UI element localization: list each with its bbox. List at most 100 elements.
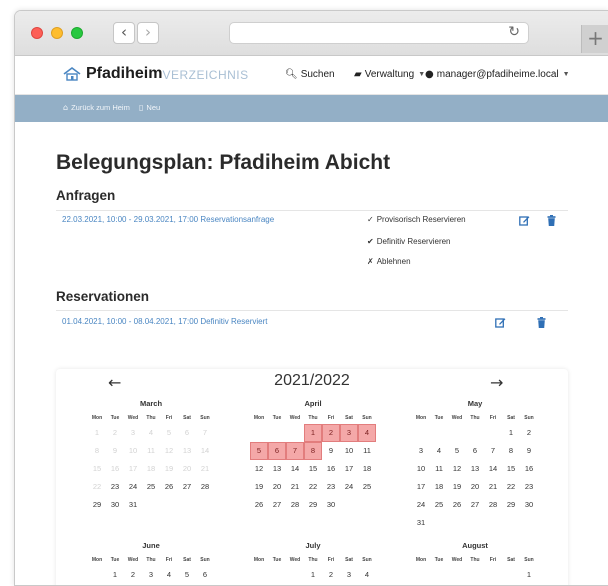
nav-user-dropdown[interactable]: ● manager@pfadiheime.local ▼ [425,69,570,80]
calendar-day[interactable]: 5 [160,424,178,442]
calendar-day[interactable]: 1 [502,424,520,442]
reject-option[interactable]: ✗ Ablehnen [367,257,411,266]
calendar-day[interactable]: 2 [106,424,124,442]
calendar-day[interactable]: 24 [340,478,358,496]
calendar-day[interactable]: 6 [196,566,214,584]
next-year-button[interactable]: → [490,373,503,392]
calendar-day[interactable]: 3 [412,442,430,460]
address-bar[interactable]: ↻ [229,22,529,44]
calendar-day[interactable]: 4 [358,566,376,584]
edit-icon[interactable] [519,215,530,226]
calendar-day[interactable]: 12 [160,442,178,460]
calendar-day[interactable]: 21 [196,460,214,478]
calendar-day[interactable]: 4 [160,566,178,584]
booked-day[interactable]: 7 [286,442,304,460]
calendar-day[interactable]: 19 [448,478,466,496]
calendar-day[interactable]: 28 [484,496,502,514]
calendar-day[interactable]: 30 [106,496,124,514]
calendar-day[interactable]: 29 [88,496,106,514]
calendar-day[interactable]: 12 [448,460,466,478]
new-tab-button[interactable]: + [581,25,608,53]
minimize-window-button[interactable] [51,27,63,39]
calendar-day[interactable]: 3 [124,424,142,442]
calendar-day[interactable]: 9 [520,442,538,460]
calendar-day[interactable]: 10 [124,442,142,460]
calendar-day[interactable]: 1 [88,424,106,442]
calendar-day[interactable]: 17 [412,478,430,496]
calendar-day[interactable]: 1 [304,566,322,584]
calendar-day[interactable]: 14 [484,460,502,478]
calendar-day[interactable]: 4 [142,424,160,442]
calendar-day[interactable]: 16 [520,460,538,478]
calendar-day[interactable]: 1 [520,566,538,584]
calendar-day[interactable]: 23 [520,478,538,496]
calendar-day[interactable]: 21 [484,478,502,496]
definitive-reserve-option[interactable]: ✔ Definitiv Reservieren [367,237,451,246]
calendar-day[interactable]: 11 [358,442,376,460]
calendar-day[interactable]: 30 [322,496,340,514]
calendar-day[interactable]: 15 [88,460,106,478]
calendar-day[interactable]: 30 [520,496,538,514]
anfrage-link[interactable]: 22.03.2021, 10:00 - 29.03.2021, 17:00 Re… [62,215,274,224]
calendar-day[interactable]: 14 [286,460,304,478]
calendar-day[interactable]: 17 [340,460,358,478]
calendar-day[interactable]: 22 [88,478,106,496]
calendar-day[interactable]: 9 [106,442,124,460]
calendar-day[interactable]: 27 [466,496,484,514]
calendar-day[interactable]: 12 [250,460,268,478]
calendar-day[interactable]: 31 [412,514,430,532]
forward-button[interactable]: › [137,22,159,44]
calendar-day[interactable]: 10 [412,460,430,478]
calendar-day[interactable]: 20 [178,460,196,478]
booked-day[interactable]: 1 [304,424,322,442]
calendar-day[interactable]: 28 [196,478,214,496]
trash-icon[interactable] [537,317,546,328]
calendar-day[interactable]: 27 [178,478,196,496]
calendar-day[interactable]: 20 [268,478,286,496]
calendar-day[interactable]: 7 [484,442,502,460]
calendar-day[interactable]: 8 [88,442,106,460]
calendar-day[interactable]: 24 [412,496,430,514]
calendar-day[interactable]: 19 [160,460,178,478]
calendar-day[interactable]: 2 [322,566,340,584]
calendar-day[interactable]: 25 [430,496,448,514]
back-button[interactable]: ‹ [113,22,135,44]
back-to-home-link[interactable]: ⌂ Zurück zum Heim [63,103,130,112]
trash-icon[interactable] [547,215,556,226]
calendar-day[interactable]: 13 [178,442,196,460]
calendar-day[interactable]: 25 [358,478,376,496]
calendar-day[interactable]: 16 [322,460,340,478]
calendar-day[interactable]: 4 [430,442,448,460]
close-window-button[interactable] [31,27,43,39]
calendar-day[interactable]: 20 [466,478,484,496]
calendar-day[interactable]: 23 [106,478,124,496]
brand-link[interactable]: Pfadiheim VERZEICHNIS [63,65,249,83]
calendar-day[interactable]: 3 [340,566,358,584]
calendar-day[interactable]: 11 [142,442,160,460]
booked-day[interactable]: 5 [250,442,268,460]
calendar-day[interactable]: 18 [142,460,160,478]
calendar-day[interactable]: 5 [448,442,466,460]
calendar-day[interactable]: 13 [268,460,286,478]
calendar-day[interactable]: 16 [106,460,124,478]
booked-day[interactable]: 8 [304,442,322,460]
calendar-day[interactable]: 18 [358,460,376,478]
calendar-day[interactable]: 5 [178,566,196,584]
calendar-day[interactable]: 26 [160,478,178,496]
nav-admin-dropdown[interactable]: ▰ Verwaltung ▼ [354,69,425,80]
calendar-day[interactable]: 29 [502,496,520,514]
calendar-day[interactable]: 17 [124,460,142,478]
calendar-day[interactable]: 18 [430,478,448,496]
calendar-day[interactable]: 27 [268,496,286,514]
nav-search-link[interactable]: 🔍︎ Suchen [285,69,335,80]
new-link[interactable]: ▯ Neu [139,103,160,112]
calendar-day[interactable]: 26 [448,496,466,514]
calendar-day[interactable]: 15 [304,460,322,478]
calendar-day[interactable]: 19 [250,478,268,496]
calendar-day[interactable]: 22 [304,478,322,496]
calendar-day[interactable]: 26 [250,496,268,514]
booked-day[interactable]: 2 [322,424,340,442]
calendar-day[interactable]: 15 [502,460,520,478]
calendar-day[interactable]: 1 [106,566,124,584]
calendar-day[interactable]: 9 [322,442,340,460]
